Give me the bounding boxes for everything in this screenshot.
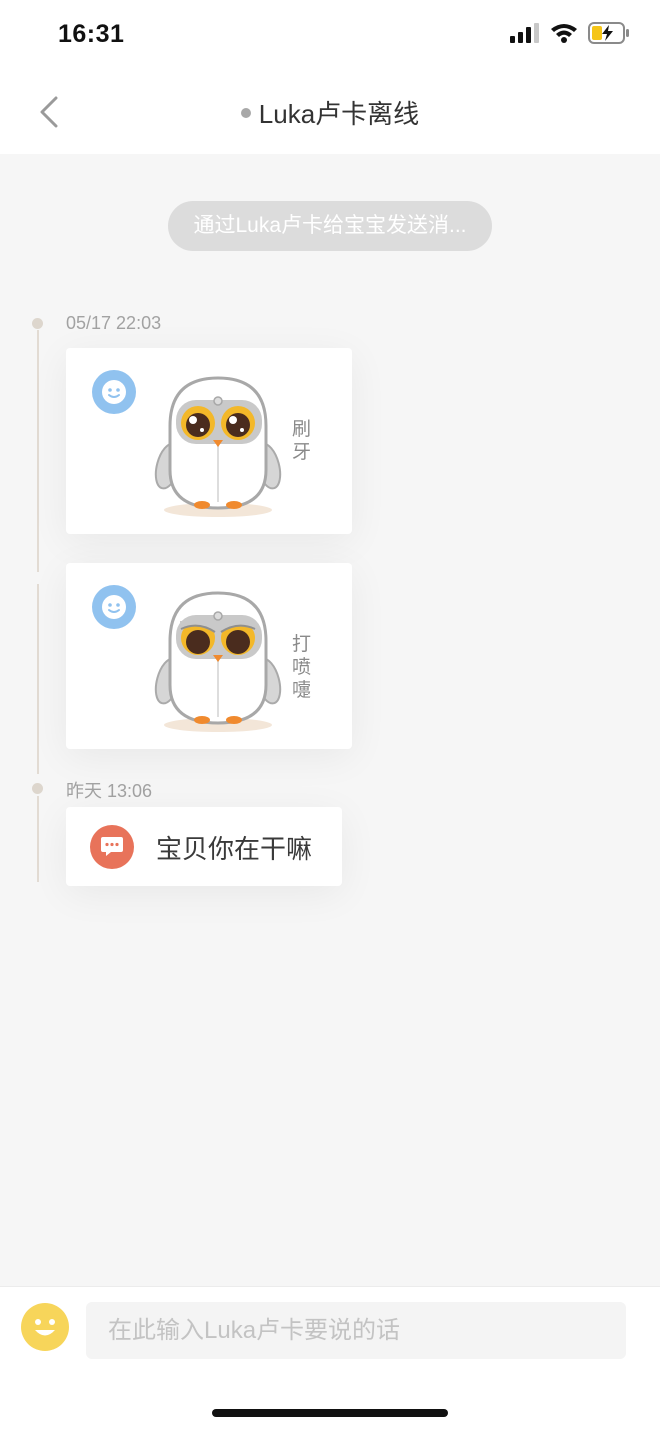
expression-caption: 刷牙 xyxy=(292,419,312,463)
emoji-button[interactable] xyxy=(21,1303,69,1351)
battery-charging-icon xyxy=(588,22,629,44)
chat-bubble-icon xyxy=(90,825,134,869)
smiley-face-icon xyxy=(92,370,136,414)
home-indicator[interactable] xyxy=(212,1409,448,1417)
smiley-face-icon xyxy=(92,585,136,629)
timeline-dot xyxy=(32,783,43,794)
nav-bar: Luka卢卡离线 xyxy=(0,72,660,154)
owl-sneeze-image xyxy=(154,591,282,732)
page-title-text: Luka卢卡离线 xyxy=(258,99,420,129)
cellular-signal-icon xyxy=(510,23,539,43)
wifi-icon xyxy=(551,24,577,43)
timeline-line xyxy=(37,330,39,572)
page-title: Luka卢卡离线 xyxy=(0,94,660,131)
input-bar xyxy=(0,1286,660,1375)
expression-caption: 打喷嚏 xyxy=(292,634,312,701)
send-message-hint[interactable]: 通过Luka卢卡给宝宝发送消... xyxy=(168,201,492,251)
status-icons xyxy=(510,22,630,44)
status-time: 16:31 xyxy=(58,20,125,48)
emoji-icon xyxy=(35,1319,55,1336)
message-text: 宝贝你在干嘛 xyxy=(156,834,313,864)
timestamp: 昨天 13:06 xyxy=(66,781,153,801)
timeline-line xyxy=(37,796,39,882)
timestamp: 05/17 22:03 xyxy=(66,313,162,333)
offline-status-dot xyxy=(240,108,251,119)
home-area xyxy=(0,1375,660,1429)
expression-card[interactable]: 刷牙 xyxy=(66,348,352,534)
status-bar: 16:31 xyxy=(0,0,660,72)
expression-card[interactable]: 打喷嚏 xyxy=(66,563,352,749)
text-message-card[interactable]: 宝贝你在干嘛 xyxy=(66,807,342,886)
timeline-line xyxy=(37,584,39,774)
timeline-dot xyxy=(32,318,43,329)
owl-brushing-teeth-image xyxy=(154,376,282,517)
message-input[interactable] xyxy=(86,1302,626,1359)
